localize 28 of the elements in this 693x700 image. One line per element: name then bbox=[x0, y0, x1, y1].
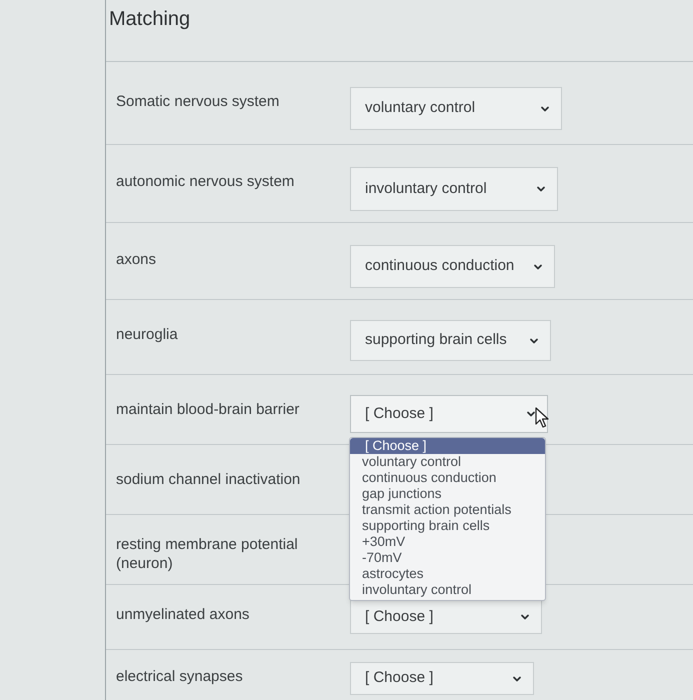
prompt-label: unmyelinated axons bbox=[116, 605, 250, 624]
prompt-label: axons bbox=[116, 250, 156, 269]
answer-select[interactable]: supporting brain cells bbox=[350, 320, 551, 361]
dropdown-option[interactable]: -70mV bbox=[350, 550, 545, 566]
prompt-label: sodium channel inactivation bbox=[116, 470, 300, 489]
answer-select[interactable]: voluntary control bbox=[350, 87, 562, 130]
prompt-label: maintain blood-brain barrier bbox=[116, 400, 300, 419]
prompt-label: resting membrane potential (neuron) bbox=[116, 535, 299, 573]
prompt-label: electrical synapses bbox=[116, 667, 243, 686]
prompt-label: neuroglia bbox=[116, 325, 178, 344]
answer-select[interactable]: [ Choose ] bbox=[350, 662, 534, 695]
answer-select[interactable]: [ Choose ] bbox=[350, 395, 548, 433]
answer-select[interactable]: involuntary control bbox=[350, 167, 558, 211]
mouse-pointer-icon bbox=[535, 407, 549, 429]
dropdown-option[interactable]: gap junctions bbox=[350, 486, 545, 502]
dropdown-option[interactable]: voluntary control bbox=[350, 454, 545, 470]
prompt-label: Somatic nervous system bbox=[116, 92, 280, 111]
dropdown-option[interactable]: continuous conduction bbox=[350, 470, 545, 486]
page-title: Matching bbox=[109, 7, 190, 32]
prompt-label: autonomic nervous system bbox=[116, 172, 294, 191]
dropdown-option[interactable]: +30mV bbox=[350, 534, 545, 550]
dropdown-option[interactable]: astrocytes bbox=[350, 566, 545, 582]
dropdown-option[interactable]: [ Choose ] bbox=[350, 438, 545, 454]
dropdown-option[interactable]: transmit action potentials bbox=[350, 502, 545, 518]
answer-select[interactable]: continuous conduction bbox=[350, 245, 555, 288]
dropdown-option[interactable]: involuntary control bbox=[350, 582, 545, 598]
dropdown-option[interactable]: supporting brain cells bbox=[350, 518, 545, 534]
answer-select[interactable]: [ Choose ] bbox=[350, 600, 542, 634]
